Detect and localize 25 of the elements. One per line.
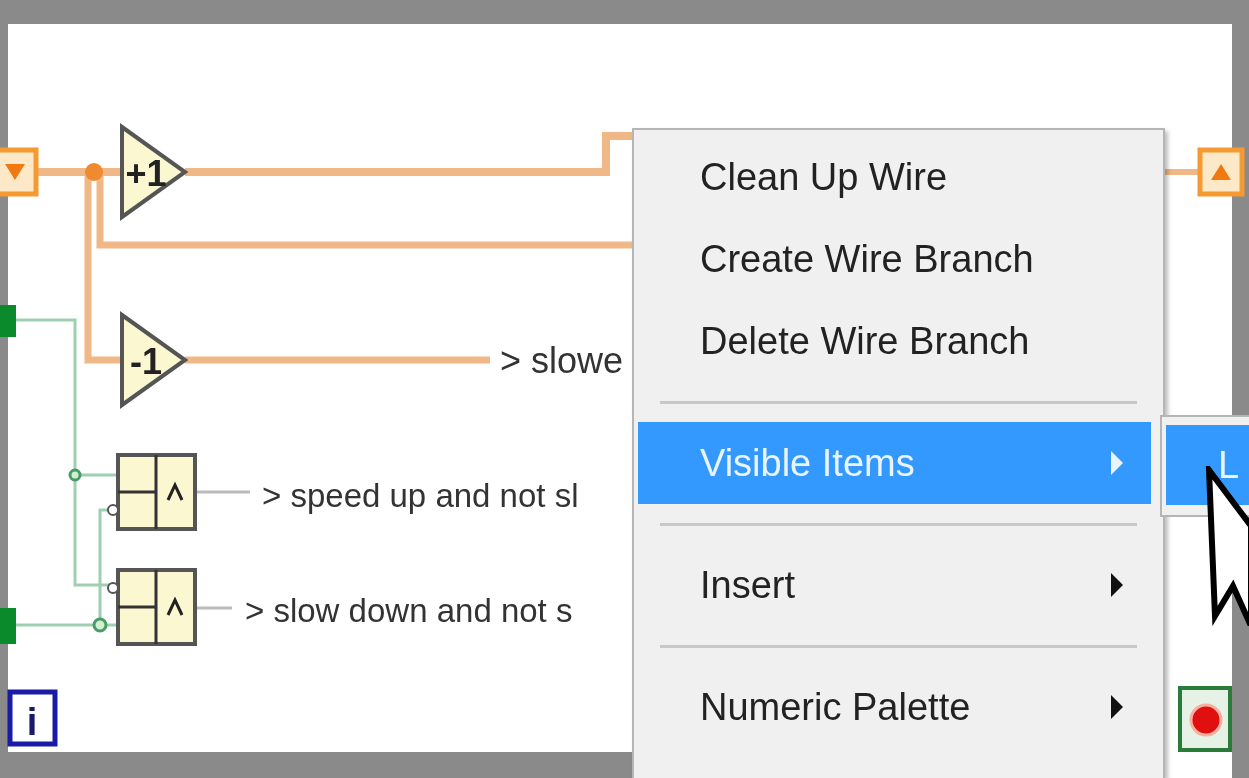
menu-item[interactable]: Clean Up Wire xyxy=(634,136,1163,218)
and-gate-icon xyxy=(107,453,197,531)
terminal-icon xyxy=(0,305,16,337)
menu-item[interactable]: Insert xyxy=(634,544,1163,626)
wire-label: > slowe xyxy=(500,340,624,381)
wire-junction-icon xyxy=(85,163,103,181)
menu-item[interactable]: Delete Wire Branch xyxy=(634,300,1163,382)
arithmetic-node: -1 xyxy=(120,311,189,409)
wire-label: > speed up and not sl xyxy=(262,477,579,514)
shift-register-icon xyxy=(1197,147,1245,197)
terminal-icon xyxy=(0,608,16,644)
wire-junction-icon xyxy=(68,468,82,482)
menu-item[interactable]: Numeric Palette xyxy=(634,666,1163,748)
submenu-arrow-icon xyxy=(1111,695,1123,719)
submenu-arrow-icon xyxy=(1111,573,1123,597)
submenu-arrow-icon xyxy=(1111,451,1123,475)
menu-item[interactable]: Create Wire Branch xyxy=(634,218,1163,300)
and-gate-icon xyxy=(107,568,197,646)
shift-register-icon xyxy=(0,147,39,197)
wire-label: > slow down and not s xyxy=(245,592,573,629)
arithmetic-node: +1 xyxy=(120,123,189,221)
stop-terminal-icon xyxy=(1178,686,1232,752)
iteration-terminal: i xyxy=(7,689,58,747)
wire xyxy=(1165,169,1200,175)
wire-junction-icon xyxy=(92,617,108,633)
